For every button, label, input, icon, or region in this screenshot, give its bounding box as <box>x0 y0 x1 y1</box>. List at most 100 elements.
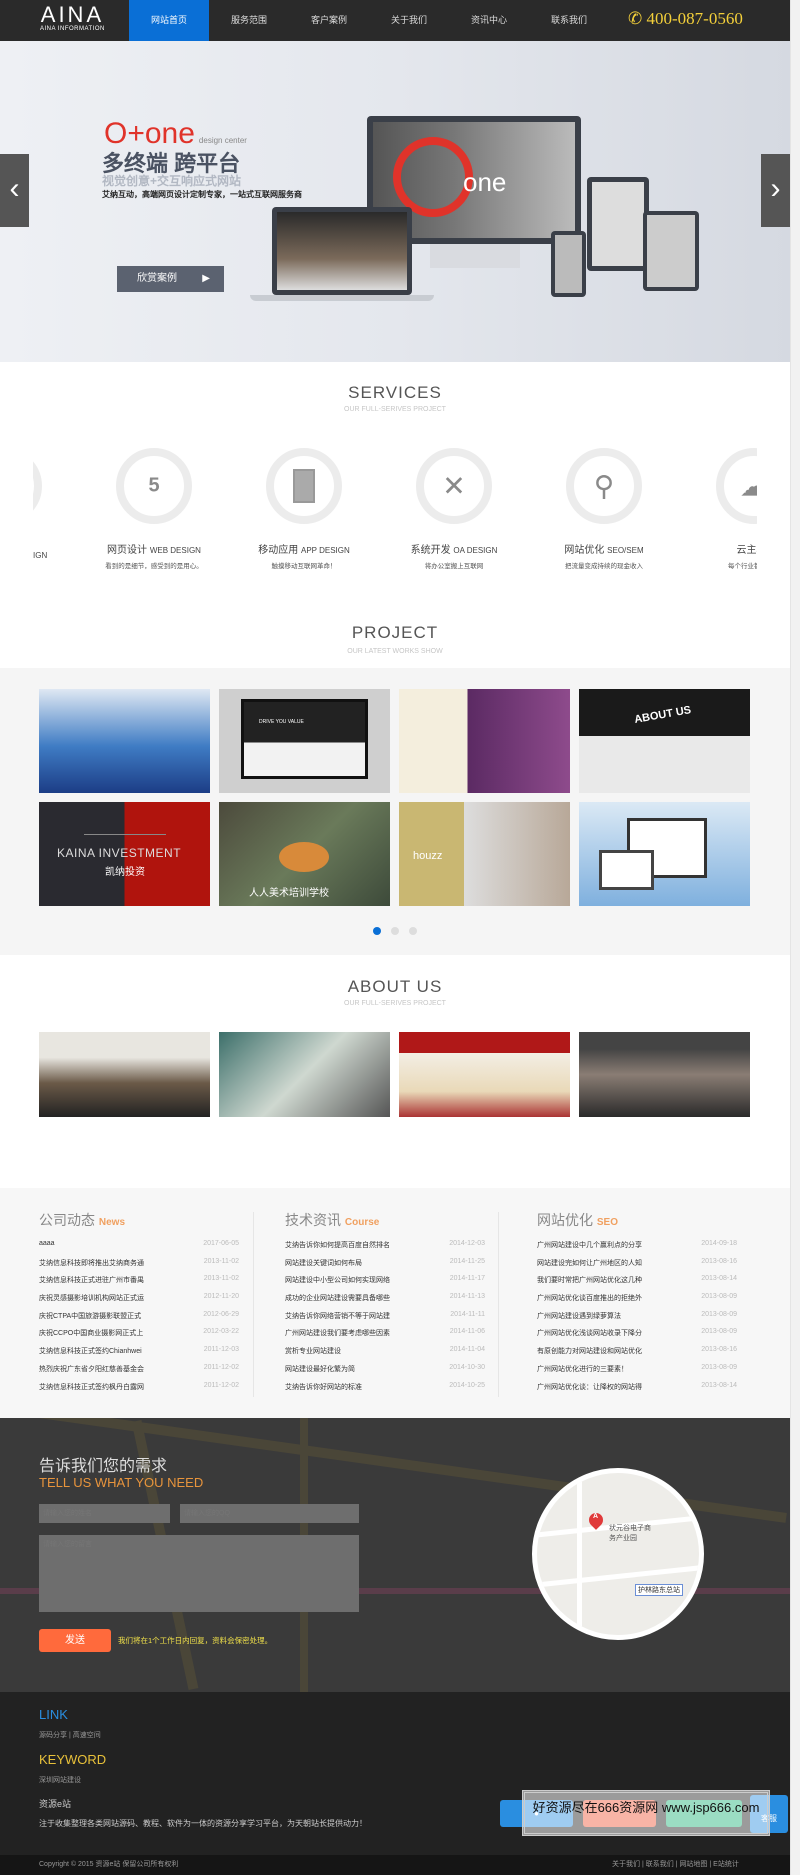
news-title[interactable]: 广州网站建设中几个赢利点的分享 <box>537 1242 642 1249</box>
nav-home[interactable]: 网站首页 <box>129 0 209 41</box>
news-title[interactable]: 艾纳信息科技即将推出艾纳商务通 <box>39 1260 144 1267</box>
news-item[interactable]: 广州网站优化进行的三要素！ 2013-08-09 <box>537 1364 737 1382</box>
news-title[interactable]: 网站建设中小型公司如何实现网络 <box>285 1277 390 1284</box>
news-item[interactable]: 艾纳告诉你如何提高百度自然排名 2014-12-03 <box>285 1240 485 1258</box>
news-title[interactable]: 庆祝灵感摄影培训机构网站正式运 <box>39 1295 144 1302</box>
project-tile[interactable]: KAINA INVESTMENT 凯纳投资 <box>39 802 210 906</box>
news-item[interactable]: 网站建设完如何让广州地区的人知 2013-08-16 <box>537 1258 737 1276</box>
news-item[interactable]: 庆祝灵感摄影培训机构网站正式运 2012-11-20 <box>39 1293 239 1311</box>
news-item[interactable]: 广州网站优化谈：让降权的网站得 2013-08-14 <box>537 1382 737 1400</box>
news-title[interactable]: 赏析专业网站建设 <box>285 1348 341 1355</box>
project-tile[interactable]: houzz <box>399 802 570 906</box>
news-title[interactable]: 艾纳告诉你如何提高百度自然排名 <box>285 1242 390 1249</box>
news-item[interactable]: 广州网站优化浅谈网站收录下降分 2013-08-09 <box>537 1328 737 1346</box>
news-item[interactable]: 艾纳告诉你网络营销不等于网站建 2014-11-11 <box>285 1311 485 1329</box>
service-item[interactable]: 移动应用 APP DESIGN 触摸移动互联网革命！ <box>229 448 379 570</box>
about-photo[interactable] <box>219 1032 390 1117</box>
news-item[interactable]: 庆祝CTPA中国旅游摄影联盟正式 2012-06-29 <box>39 1311 239 1329</box>
project-tile[interactable]: 人人美术培训学校 <box>219 802 390 906</box>
news-item[interactable]: aaaa 2017-06-05 <box>39 1240 239 1258</box>
service-item[interactable]: ✕ 系统开发 OA DESIGN 将办公室搬上互联网 <box>379 448 529 570</box>
news-title[interactable]: 广州网站优化进行的三要素！ <box>537 1366 628 1373</box>
friend-link[interactable]: 高速空间 <box>73 1732 101 1739</box>
carousel-dot-1[interactable] <box>373 927 381 935</box>
news-item[interactable]: 网站建设最好化繁为简 2014-10-30 <box>285 1364 485 1382</box>
news-item[interactable]: 广州网站建设我们要考虑哪些因素 2014-11-06 <box>285 1328 485 1346</box>
news-title[interactable]: 成功的企业网站建设需要具备哪些 <box>285 1295 390 1302</box>
about-photo[interactable] <box>579 1032 750 1117</box>
news-item[interactable]: 艾纳信息科技即将推出艾纳商务通 2013-11-02 <box>39 1258 239 1276</box>
news-item[interactable]: 庆祝CCPO中国商业摄影网正式上 2012-03-22 <box>39 1328 239 1346</box>
bottom-link[interactable]: 网站地图 <box>679 1861 707 1868</box>
friend-link[interactable]: 源码分享 <box>39 1732 67 1739</box>
news-title[interactable]: aaaa <box>39 1240 55 1247</box>
news-title[interactable]: 艾纳告诉你好网站的标准 <box>285 1384 362 1391</box>
prev-slide-button[interactable]: ‹ <box>0 154 29 227</box>
news-title[interactable]: 广州网站建设我们要考虑哪些因素 <box>285 1330 390 1337</box>
news-title[interactable]: 艾纳信息科技正式签约Chianhwei <box>39 1348 142 1355</box>
news-item[interactable]: 艾纳信息科技正式签约枫丹白露网 2011-12-02 <box>39 1382 239 1400</box>
service-item-partial-label[interactable]: IGN <box>33 551 47 560</box>
bottom-link[interactable]: E站统计 <box>713 1861 739 1868</box>
news-item[interactable]: 有原创能力对网站建设和网站优化 2013-08-16 <box>537 1346 737 1364</box>
news-title[interactable]: 艾纳信息科技正式签约枫丹白露网 <box>39 1384 144 1391</box>
message-textarea[interactable] <box>39 1535 359 1612</box>
send-button[interactable]: 发送 <box>39 1629 111 1652</box>
news-title[interactable]: 网站建设关键词如何布局 <box>285 1260 362 1267</box>
carousel-dot-3[interactable] <box>409 927 417 935</box>
project-tile[interactable]: DRIVE YOU VALUE <box>219 689 390 793</box>
project-tile[interactable] <box>579 802 750 906</box>
news-item[interactable]: 广州网站优化谈百度推出的拒绝外 2013-08-09 <box>537 1293 737 1311</box>
service-item[interactable]: 5 网页设计 WEB DESIGN 看到的是细节，感受到的是用心。 <box>79 448 229 570</box>
service-item[interactable]: ☁云主机 I每个行业都应该有 <box>679 448 757 570</box>
news-title[interactable]: 广州网站优化谈：让降权的网站得 <box>537 1384 642 1391</box>
qq-input[interactable] <box>180 1504 359 1523</box>
view-cases-button[interactable]: 欣赏案例 ▶ <box>117 266 224 292</box>
news-item[interactable]: 广州网站建设中几个赢利点的分享 2014-09-18 <box>537 1240 737 1258</box>
news-title[interactable]: 广州网站建设遇到绿萝算法 <box>537 1313 621 1320</box>
news-title[interactable]: 艾纳告诉你网络营销不等于网站建 <box>285 1313 390 1320</box>
about-photo[interactable] <box>399 1032 570 1117</box>
next-slide-button[interactable]: › <box>761 154 790 227</box>
news-title[interactable]: 广州网站优化浅谈网站收录下降分 <box>537 1330 642 1337</box>
news-title[interactable]: 有原创能力对网站建设和网站优化 <box>537 1348 642 1355</box>
nav-about[interactable]: 关于我们 <box>369 0 449 41</box>
nav-news[interactable]: 资讯中心 <box>449 0 529 41</box>
news-item[interactable]: 赏析专业网站建设 2014-11-04 <box>285 1346 485 1364</box>
news-title[interactable]: 我们要时常把广州网站优化这几种 <box>537 1277 642 1284</box>
news-title[interactable]: 庆祝CTPA中国旅游摄影联盟正式 <box>39 1313 141 1320</box>
logo[interactable]: AINA AINA INFORMATION <box>40 4 105 33</box>
nav-services[interactable]: 服务范围 <box>209 0 289 41</box>
news-item[interactable]: 网站建设中小型公司如何实现网络 2014-11-17 <box>285 1275 485 1293</box>
about-photo[interactable] <box>39 1032 210 1117</box>
carousel-dot-2[interactable] <box>391 927 399 935</box>
keyword[interactable]: 深圳网站建设 <box>39 1775 81 1785</box>
service-item[interactable]: ⚲ 网站优化 SEO/SEM 把流量变成持续的现金收入 <box>529 448 679 570</box>
news-item[interactable]: 热烈庆祝广东省夕阳红慈善基金会 2011-12-02 <box>39 1364 239 1382</box>
news-item[interactable]: 广州网站建设遇到绿萝算法 2013-08-09 <box>537 1311 737 1329</box>
news-item[interactable]: 我们要时常把广州网站优化这几种 2013-08-14 <box>537 1275 737 1293</box>
nav-cases[interactable]: 客户案例 <box>289 0 369 41</box>
project-tile[interactable]: ABOUT US <box>579 689 750 793</box>
news-heading: 技术资讯 Course <box>285 1210 485 1230</box>
news-title[interactable]: 网站建设完如何让广州地区的人知 <box>537 1260 642 1267</box>
scrollbar[interactable] <box>790 0 800 1875</box>
project-tile[interactable] <box>39 689 210 793</box>
map-circle[interactable]: A 状元谷电子商务产业园 护林路东总站 <box>532 1468 704 1640</box>
news-title[interactable]: 热烈庆祝广东省夕阳红慈善基金会 <box>39 1366 144 1373</box>
project-tile[interactable] <box>399 689 570 793</box>
news-item[interactable]: 成功的企业网站建设需要具备哪些 2014-11-13 <box>285 1293 485 1311</box>
news-item[interactable]: 艾纳信息科技正式进驻广州市番禺 2013-11-02 <box>39 1275 239 1293</box>
nav-contact[interactable]: 联系我们 <box>529 0 609 41</box>
news-title[interactable]: 网站建设最好化繁为简 <box>285 1366 355 1373</box>
name-input[interactable] <box>39 1504 170 1523</box>
news-item[interactable]: 艾纳信息科技正式签约Chianhwei 2011-12-03 <box>39 1346 239 1364</box>
bottom-link[interactable]: 关于我们 <box>612 1861 640 1868</box>
news-item[interactable]: 艾纳告诉你好网站的标准 2014-10-25 <box>285 1382 485 1400</box>
news-title[interactable]: 庆祝CCPO中国商业摄影网正式上 <box>39 1330 143 1337</box>
news-item[interactable]: 网站建设关键词如何布局 2014-11-25 <box>285 1258 485 1276</box>
bottom-link[interactable]: 联系我们 <box>646 1861 674 1868</box>
news-title[interactable]: 广州网站优化谈百度推出的拒绝外 <box>537 1295 642 1302</box>
service-item-partial[interactable] <box>33 448 79 524</box>
news-title[interactable]: 艾纳信息科技正式进驻广州市番禺 <box>39 1277 144 1284</box>
